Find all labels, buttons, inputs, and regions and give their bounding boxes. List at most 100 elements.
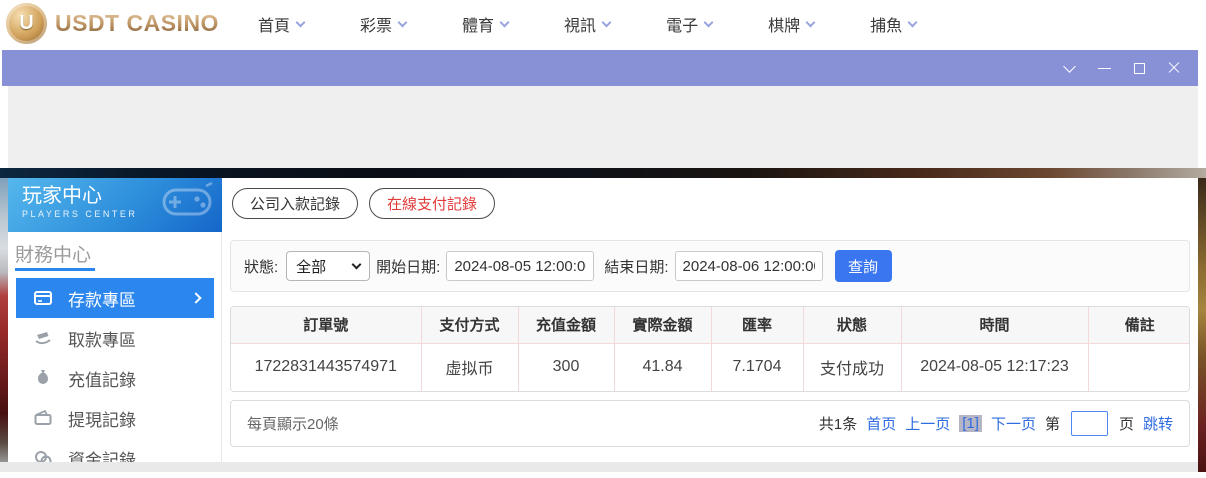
records-table: 訂單號 支付方式 充值金額 實際金額 匯率 狀態 時間 備註 172283144…: [230, 306, 1190, 392]
chevron-down-icon: [601, 17, 612, 27]
pager: 共1条 首页 上一页 [1] 下一页 第 页 跳转: [819, 411, 1173, 436]
sidebar-item-withdrawal-records[interactable]: 提現記錄: [16, 398, 214, 438]
pagination-bar: 每頁顯示20條 共1条 首页 上一页 [1] 下一页 第 页 跳转: [230, 400, 1190, 447]
cell-recharge-amount: 300: [517, 343, 614, 391]
collapse-chevron-button[interactable]: [1061, 59, 1077, 76]
col-recharge-amount: 充值金額: [517, 307, 614, 344]
section-underline: [15, 268, 95, 271]
nav-item-label: 捕魚: [870, 18, 903, 35]
col-status: 狀態: [802, 307, 901, 344]
prev-page-link[interactable]: 上一页: [905, 413, 950, 434]
nav-item-label: 彩票: [360, 18, 393, 35]
deposit-card-icon: [34, 289, 52, 307]
sidebar-header: 玩家中心 PLAYERS CENTER: [8, 178, 222, 232]
cell-order-number: 1722831443574971: [231, 343, 421, 391]
maximize-button[interactable]: [1131, 60, 1147, 76]
sidebar-item-label: 提現記錄: [68, 410, 136, 430]
cell-remark: [1087, 343, 1189, 391]
search-button[interactable]: 查詢: [834, 250, 892, 282]
nav-item-label: 棋牌: [768, 18, 801, 35]
page-size-text: 每頁顯示20條: [247, 416, 339, 433]
background-strip: [0, 168, 1206, 178]
chevron-down-icon: [499, 17, 510, 27]
col-remark: 備註: [1087, 307, 1189, 344]
withdraw-hand-icon: [34, 329, 52, 347]
jump-button[interactable]: 跳转: [1143, 413, 1173, 434]
minimize-icon: [1097, 67, 1111, 69]
background-right-sliver: [1198, 178, 1206, 472]
site-navbar: U USDT CASINO 首頁 彩票 體育 視訊 電子 棋牌 捕魚: [0, 0, 1206, 48]
total-count-text: 共1条: [818, 416, 858, 433]
start-date-input[interactable]: [446, 251, 595, 281]
chevron-down-icon: [805, 17, 816, 27]
close-button[interactable]: [1166, 60, 1182, 76]
status-select[interactable]: 全部: [286, 251, 371, 281]
sidebar-section-title: 財務中心: [15, 245, 92, 266]
wallet-icon: [34, 409, 52, 427]
chevron-down-icon: [397, 17, 408, 27]
jump-prefix-text: 第: [1044, 416, 1060, 433]
nav-item-lottery[interactable]: 彩票: [360, 12, 408, 36]
content-area: 公司入款記錄 在線支付記錄 狀態: 全部 開始日期: 結束日期: 查詢: [230, 178, 1198, 462]
empty-pane: [8, 86, 1198, 168]
usdt-coin-logo-icon: U: [6, 3, 47, 44]
moneybag-icon: [34, 369, 52, 387]
select-caret-icon: [351, 259, 362, 270]
table-row: 1722831443574971 虚拟币 300 41.84 7.1704 支付…: [231, 343, 1189, 391]
col-time: 時間: [900, 307, 1088, 344]
cell-time: 2024-08-05 12:17:23: [900, 343, 1088, 391]
nav-item-label: 電子: [666, 18, 699, 35]
next-page-link[interactable]: 下一页: [991, 413, 1036, 434]
end-date-input[interactable]: [674, 251, 823, 281]
current-page-indicator: [1]: [959, 415, 982, 432]
sidebar-item-label: 取款專區: [68, 330, 136, 350]
logo-monogram: U: [19, 12, 34, 34]
status-select-value: 全部: [296, 258, 327, 276]
sidebar-item-deposit[interactable]: 存款專區: [16, 278, 214, 318]
nav-item-home[interactable]: 首頁: [258, 12, 306, 36]
jump-suffix-text: 页: [1118, 416, 1134, 433]
chevron-right-icon: [190, 292, 202, 304]
minimize-button[interactable]: [1096, 60, 1112, 76]
player-center-window: 玩家中心 PLAYERS CENTER 財務中心 存款專區 取款專區 充值記錄 …: [8, 178, 1198, 470]
nav-item-label: 視訊: [564, 18, 597, 35]
main-menu: 首頁 彩票 體育 視訊 電子 棋牌 捕魚: [258, 0, 918, 48]
maximize-icon: [1133, 62, 1145, 74]
chevron-down-icon: [295, 17, 306, 27]
modal-titlebar[interactable]: [2, 50, 1198, 86]
nav-item-cards[interactable]: 棋牌: [768, 12, 816, 36]
filter-bar: 狀態: 全部 開始日期: 結束日期: 查詢: [230, 240, 1190, 292]
logo-text: USDT CASINO: [55, 10, 219, 36]
tab-online-payment-records[interactable]: 在線支付記錄: [369, 188, 496, 219]
jump-page-input[interactable]: [1070, 411, 1108, 436]
tab-company-deposit-records[interactable]: 公司入款記錄: [232, 188, 359, 219]
sidebar-item-recharge-records[interactable]: 充值記錄: [16, 358, 214, 398]
table-header-row: 訂單號 支付方式 充值金額 實際金額 匯率 狀態 時間 備註: [231, 307, 1189, 344]
sidebar-menu: 存款專區 取款專區 充值記錄 提現記錄 資金記錄: [16, 278, 214, 478]
sidebar-item-label: 充值記錄: [68, 370, 136, 390]
cell-payment-method: 虚拟币: [420, 343, 518, 391]
collapse-chevron-icon: [1062, 59, 1076, 73]
sidebar-item-label: 存款專區: [68, 290, 136, 310]
first-page-link[interactable]: 首页: [866, 413, 896, 434]
background-left-sliver: [0, 178, 8, 472]
page-bottom-strip: [0, 462, 1198, 472]
col-payment-method: 支付方式: [420, 307, 518, 344]
gamepad-icon: [162, 182, 213, 216]
record-tabs: 公司入款記錄 在線支付記錄: [232, 188, 496, 219]
site-logo[interactable]: U USDT CASINO: [6, 3, 219, 44]
nav-item-live[interactable]: 視訊: [564, 12, 612, 36]
cell-status: 支付成功: [802, 343, 901, 391]
cell-actual-amount: 41.84: [613, 343, 711, 391]
nav-item-slots[interactable]: 電子: [666, 12, 714, 36]
start-date-label: 開始日期:: [376, 258, 441, 276]
sidebar: 玩家中心 PLAYERS CENTER 財務中心 存款專區 取款專區 充值記錄 …: [8, 178, 222, 470]
chevron-down-icon: [703, 17, 714, 27]
col-exchange-rate: 匯率: [710, 307, 803, 344]
col-actual-amount: 實際金額: [613, 307, 711, 344]
nav-item-fishing[interactable]: 捕魚: [870, 12, 918, 36]
nav-item-sports[interactable]: 體育: [462, 12, 510, 36]
sidebar-item-fund-records[interactable]: 資金記錄: [16, 438, 214, 478]
col-order-number: 訂單號: [231, 307, 421, 344]
sidebar-item-withdraw[interactable]: 取款專區: [16, 318, 214, 358]
